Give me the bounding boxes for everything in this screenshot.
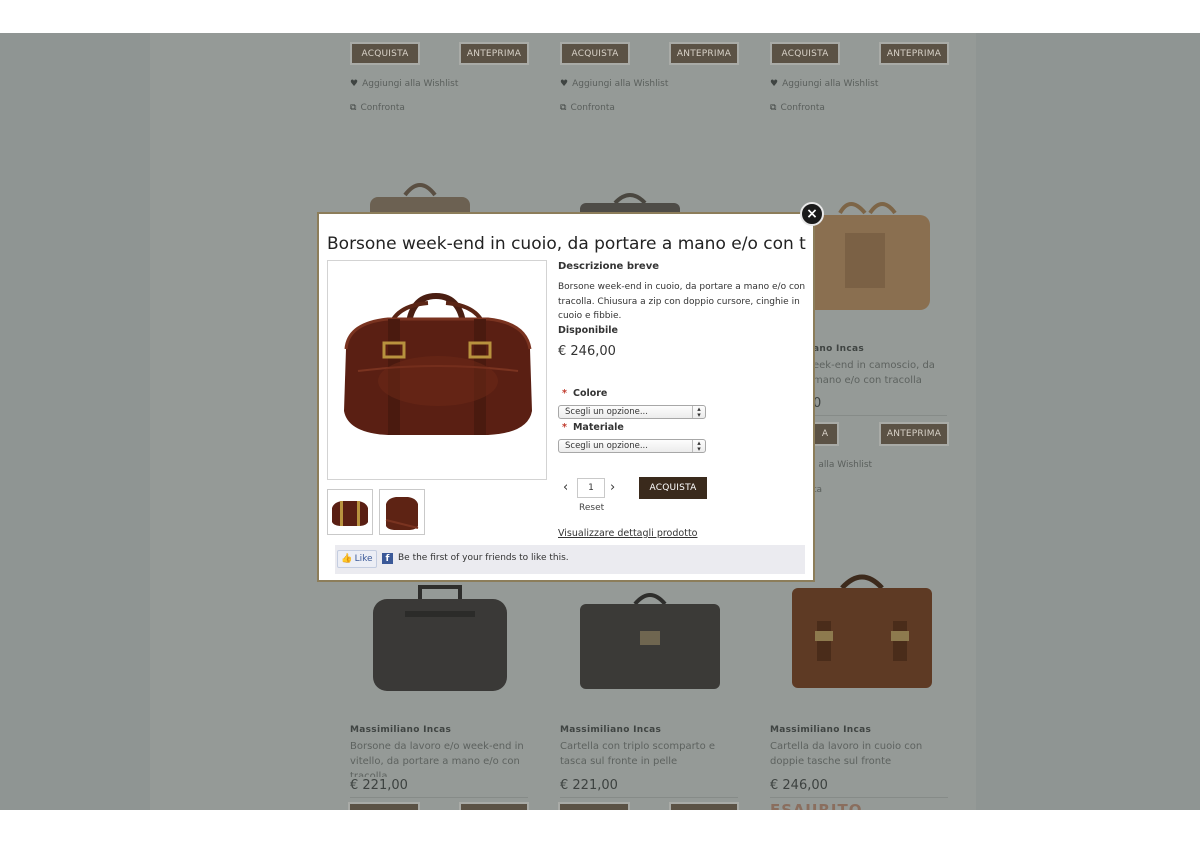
- preview-button[interactable]: ANTEPRIMA: [671, 44, 737, 63]
- product-brand: Massimiliano Incas: [770, 725, 872, 735]
- compare-link[interactable]: ⧉ Confronta: [350, 103, 405, 113]
- facebook-like-bar: 👍 Like f Be the first of your friends to …: [335, 545, 805, 574]
- compare-icon: ⧉: [350, 103, 357, 113]
- divider: [350, 797, 528, 798]
- preview-button[interactable]: ANTEPRIMA: [881, 424, 947, 444]
- availability-status: Disponibile: [558, 325, 618, 336]
- add-to-cart-button[interactable]: ACQUISTA: [639, 477, 707, 499]
- product-price: € 246,00: [770, 778, 828, 793]
- close-icon[interactable]: ×: [800, 202, 824, 226]
- bag-thumbnail-image: [332, 501, 368, 526]
- quantity-input[interactable]: 1: [577, 478, 605, 498]
- preview-button[interactable]: ANTEPRIMA: [881, 44, 947, 63]
- product-thumbnail[interactable]: [327, 489, 373, 535]
- facebook-like-button[interactable]: 👍 Like: [337, 550, 377, 568]
- select-arrows-icon: ▴ ▾: [692, 406, 705, 419]
- compare-link[interactable]: ⧉ Confronta: [560, 103, 615, 113]
- preview-button[interactable]: ANTEPRIMA: [461, 44, 527, 63]
- divider: [770, 797, 948, 798]
- select-arrows-icon: ▴ ▾: [692, 440, 705, 453]
- product-description[interactable]: Borsone da lavoro e/o week-end in vitell…: [350, 739, 530, 777]
- heart-icon: ♥: [770, 79, 779, 89]
- color-select[interactable]: Scegli un opzione... ▴ ▾: [558, 405, 706, 419]
- compare-icon: ⧉: [770, 103, 777, 113]
- wishlist-link[interactable]: ♥ Aggiungi alla Wishlist: [560, 79, 668, 89]
- leather-bag-image: [344, 292, 532, 435]
- product-brand: Massimiliano Incas: [350, 725, 452, 735]
- product-image[interactable]: [365, 581, 515, 693]
- color-label: * Colore: [562, 388, 608, 399]
- material-select[interactable]: Scegli un opzione... ▴ ▾: [558, 439, 706, 453]
- product-image[interactable]: [575, 586, 725, 691]
- product-description[interactable]: Cartella con triplo scomparto e tasca su…: [560, 739, 740, 769]
- product-description: eek-end in camoscio, da mano e/o con tra…: [813, 360, 935, 386]
- product-thumbnail[interactable]: [379, 489, 425, 535]
- preview-button[interactable]: [461, 804, 527, 810]
- compare-icon: ⧉: [560, 103, 567, 113]
- buy-button[interactable]: A: [813, 424, 837, 444]
- product-brand: ano Incas: [813, 344, 865, 354]
- view-details-link[interactable]: Visualizzare dettagli prodotto: [558, 528, 697, 539]
- wishlist-link[interactable]: ♥ Aggiungi alla Wishlist: [350, 79, 458, 89]
- reset-link[interactable]: Reset: [579, 503, 604, 513]
- buy-button[interactable]: [560, 804, 628, 810]
- chevron-left-icon[interactable]: ‹: [563, 480, 568, 495]
- facebook-like-text: Be the first of your friends to like thi…: [398, 553, 569, 563]
- product-main-image[interactable]: [327, 260, 547, 480]
- product-description[interactable]: Cartella da lavoro in cuoio con doppie t…: [770, 739, 950, 769]
- buy-button[interactable]: ACQUISTA: [772, 44, 838, 63]
- product-image[interactable]: [787, 566, 937, 691]
- buy-button[interactable]: ACQUISTA: [352, 44, 418, 63]
- buy-button[interactable]: ACQUISTA: [562, 44, 628, 63]
- wishlist-link[interactable]: ♥ Aggiungi alla Wishlist: [770, 79, 878, 89]
- divider: [560, 797, 738, 798]
- divider: [813, 415, 947, 416]
- quick-view-modal: Borsone week-end in cuoio, da portare a …: [317, 212, 815, 582]
- product-title: Borsone week-end in cuoio, da portare a …: [327, 234, 807, 254]
- heart-icon: ♥: [560, 79, 569, 89]
- thumbs-up-icon: 👍: [341, 554, 353, 564]
- short-description-label: Descrizione breve: [558, 261, 659, 272]
- sold-out-label: ESAURITO: [770, 801, 863, 810]
- preview-button[interactable]: [671, 804, 737, 810]
- product-price: € 221,00: [560, 778, 618, 793]
- product-brand: Massimiliano Incas: [560, 725, 662, 735]
- bag-thumbnail-image: [385, 497, 419, 530]
- material-label: * Materiale: [562, 422, 624, 433]
- compare-link[interactable]: ⧉ Confronta: [770, 103, 825, 113]
- buy-button[interactable]: [350, 804, 418, 810]
- facebook-icon: f: [382, 553, 393, 564]
- product-price: € 246,00: [558, 344, 616, 359]
- short-description: Borsone week-end in cuoio, da portare a …: [558, 282, 806, 321]
- product-price: € 221,00: [350, 778, 408, 793]
- heart-icon: ♥: [350, 79, 359, 89]
- wishlist-link[interactable]: i alla Wishlist: [813, 460, 872, 470]
- chevron-right-icon[interactable]: ›: [610, 480, 615, 495]
